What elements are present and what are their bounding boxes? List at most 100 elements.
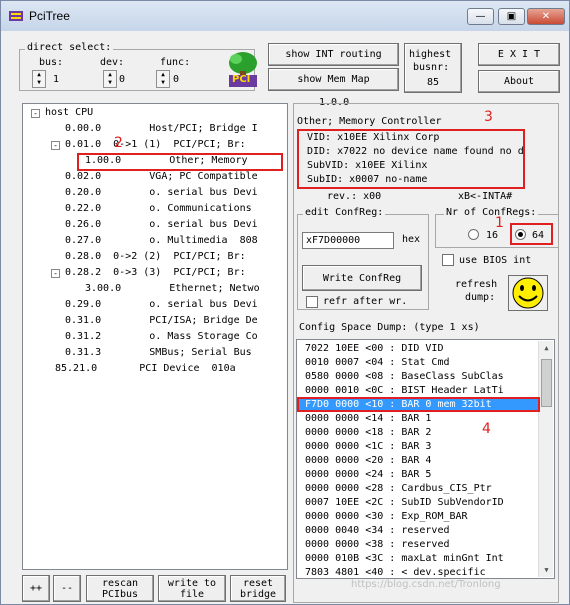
- did-text: DID: x7022 no device name found no d: [307, 146, 524, 157]
- refresh-label: refresh: [455, 279, 498, 290]
- annotation-label-2: 2: [114, 135, 123, 151]
- dump-label: dump:: [465, 292, 496, 303]
- refr-after-write-label: refr after wr.: [323, 296, 408, 307]
- tree-expander[interactable]: -: [51, 269, 60, 278]
- dump-title: Config Space Dump: (type 1 xs): [299, 322, 480, 333]
- tree-item[interactable]: 3.00.0 Ethernet; Netwo: [85, 281, 260, 297]
- func-spinner[interactable]: ▲ ▼: [156, 70, 170, 88]
- annotation-box-4: [297, 397, 540, 412]
- tree-item[interactable]: 0.28.2 0->3 (3) PCI/PCI; Br:: [65, 265, 246, 281]
- smiley-icon: [512, 277, 544, 309]
- tree-item[interactable]: 0.26.0 o. serial bus Devi: [65, 217, 258, 233]
- edit-confreg-title: edit ConfReg:: [303, 207, 386, 218]
- tree-item[interactable]: 0.01.0 0->1 (1) PCI/PCI; Br:: [65, 137, 246, 153]
- write-confreg-button[interactable]: Write ConfReg: [302, 265, 422, 291]
- dump-row[interactable]: 0000 0000 <24 : BAR 5: [305, 468, 431, 482]
- dump-row[interactable]: 0010 0007 <04 : Stat Cmd: [305, 356, 450, 370]
- collapse-all-button[interactable]: --: [53, 575, 81, 602]
- scroll-down-icon[interactable]: ▼: [540, 563, 553, 577]
- dump-row[interactable]: 7803 4801 <40 : < dev.specific: [305, 566, 486, 578]
- confreg-value-input[interactable]: [302, 232, 394, 249]
- dump-row[interactable]: 0000 0000 <14 : BAR 1: [305, 412, 431, 426]
- busnr-label: busnr:: [413, 62, 450, 73]
- reset-label-2: bridge: [239, 588, 277, 600]
- func-label: func:: [160, 57, 191, 68]
- dump-row[interactable]: 0000 0000 <1C : BAR 3: [305, 440, 431, 454]
- dump-row[interactable]: 7022 10EE <00 : DID VID: [305, 342, 443, 356]
- refresh-dump-button[interactable]: [508, 275, 548, 311]
- scroll-thumb[interactable]: [541, 359, 552, 407]
- tree-item[interactable]: 0.20.0 o. serial bus Devi: [65, 185, 258, 201]
- dump-row[interactable]: 0000 010B <3C : maxLat minGnt Int: [305, 552, 504, 566]
- tree-item[interactable]: 0.27.0 o. Multimedia 808: [65, 233, 258, 249]
- highest-busnr-box: highest busnr: 85: [404, 43, 462, 93]
- bus-spinner[interactable]: ▲ ▼: [32, 70, 46, 88]
- direct-select-title: direct select:: [25, 42, 114, 53]
- tree-item[interactable]: 0.00.0 Host/PCI; Bridge I: [65, 121, 258, 137]
- pcitree-window: PciTree — ▣ ✕ direct select: bus: ▲ ▼ 1 d…: [0, 0, 570, 605]
- vid-text: VID: x10EE Xilinx Corp: [307, 132, 440, 143]
- exit-button[interactable]: E X I T: [478, 43, 560, 66]
- tree-item[interactable]: 0.02.0 VGA; PC Compatible: [65, 169, 258, 185]
- title-bar: PciTree — ▣ ✕: [1, 1, 569, 31]
- dump-row[interactable]: 0000 0000 <20 : BAR 4: [305, 454, 431, 468]
- about-button[interactable]: About: [478, 70, 560, 93]
- scroll-up-icon[interactable]: ▲: [540, 341, 553, 355]
- radio-16[interactable]: [468, 229, 479, 240]
- tree-root-label[interactable]: host CPU: [45, 105, 93, 121]
- func-value: 0: [173, 74, 180, 85]
- dump-scrollbar[interactable]: ▲ ▼: [538, 341, 553, 577]
- reset-bridge-button[interactable]: reset bridge: [230, 575, 286, 602]
- tree-item[interactable]: 0.28.0 0->2 (2) PCI/PCI; Br:: [65, 249, 246, 265]
- nr-confregs-title: Nr of ConfRegs:: [444, 207, 539, 218]
- tree-item[interactable]: 0.31.0 PCI/ISA; Bridge De: [65, 313, 258, 329]
- config-dump-list[interactable]: 7022 10EE <00 : DID VID 0010 0007 <04 : S…: [296, 339, 555, 579]
- expand-all-button[interactable]: ++: [22, 575, 50, 602]
- dump-row[interactable]: 0000 0000 <28 : Cardbus_CIS_Ptr: [305, 482, 492, 496]
- pci-logo: PCI: [223, 49, 263, 91]
- use-bios-int-checkbox[interactable]: [442, 254, 454, 266]
- show-int-routing-button[interactable]: show INT routing: [268, 43, 399, 66]
- bus-value: 1: [53, 74, 60, 85]
- write-label-1: write to: [167, 577, 217, 589]
- dump-row[interactable]: 0007 10EE <2C : SubID SubVendorID: [305, 496, 504, 510]
- annotation-label-3: 3: [484, 109, 493, 125]
- radio-16-label: 16: [486, 230, 499, 241]
- write-label-2: file: [179, 588, 205, 600]
- annotation-box-2: [77, 153, 283, 171]
- tree-item[interactable]: 0.29.0 o. serial bus Devi: [65, 297, 258, 313]
- dump-row[interactable]: 0000 0000 <30 : Exp_ROM_BAR: [305, 510, 468, 524]
- tree-item[interactable]: 0.31.3 SMBus; Serial Bus: [65, 345, 258, 361]
- restore-button[interactable]: ▣: [498, 8, 525, 25]
- bus-label: bus:: [39, 57, 64, 68]
- minimize-button[interactable]: —: [467, 8, 494, 25]
- tree-root-expander[interactable]: -: [31, 109, 40, 118]
- rescan-label-1: rescan: [101, 577, 139, 589]
- rescan-pcibus-button[interactable]: rescan PCIbus: [86, 575, 154, 602]
- subid-text: SubID: x0007 no-name: [307, 174, 428, 185]
- write-to-file-button[interactable]: write to file: [158, 575, 226, 602]
- subvid-text: SubVID: x10EE Xilinx: [307, 160, 428, 171]
- hex-label: hex: [402, 234, 421, 245]
- dev-value: 0: [119, 74, 126, 85]
- dev-label: dev:: [100, 57, 125, 68]
- refr-after-write-checkbox[interactable]: [306, 296, 318, 308]
- dump-row[interactable]: 0000 0040 <34 : reserved: [305, 524, 450, 538]
- annotation-label-1: 1: [495, 215, 504, 231]
- annotation-label-4: 4: [482, 421, 491, 437]
- dump-row[interactable]: 0000 0000 <38 : reserved: [305, 538, 450, 552]
- close-button[interactable]: ✕: [527, 8, 565, 25]
- show-mem-map-button[interactable]: show Mem Map: [268, 68, 399, 91]
- dump-row[interactable]: 0000 0000 <18 : BAR 2: [305, 426, 431, 440]
- tree-item[interactable]: 85.21.0 PCI Device 010a: [55, 361, 236, 377]
- dump-row[interactable]: 0580 0000 <08 : BaseClass SubClas: [305, 370, 504, 384]
- annotation-box-1: [510, 223, 553, 245]
- device-tree[interactable]: - host CPU 0.00.0 Host/PCI; Bridge I -0.0…: [22, 103, 288, 570]
- dump-row[interactable]: 0000 0010 <0C : BIST Header LatTi: [305, 384, 504, 398]
- tree-expander[interactable]: -: [51, 141, 60, 150]
- tree-item[interactable]: 0.31.2 o. Mass Storage Co: [65, 329, 258, 345]
- tree-item[interactable]: 0.22.0 o. Communications: [65, 201, 258, 217]
- window-title: PciTree: [29, 9, 70, 23]
- rescan-label-2: PCIbus: [101, 588, 139, 600]
- dev-spinner[interactable]: ▲ ▼: [103, 70, 117, 88]
